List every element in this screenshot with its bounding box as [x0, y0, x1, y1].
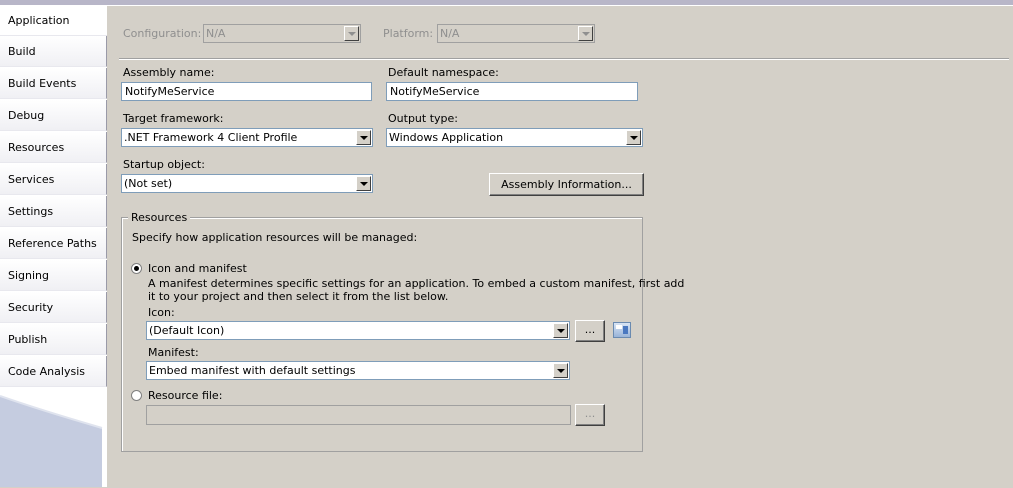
- chevron-down-icon: [553, 363, 568, 378]
- icon-manifest-radio[interactable]: [131, 263, 142, 274]
- output-type-value: Windows Application: [389, 131, 504, 144]
- icon-manifest-description-line1: A manifest determines specific settings …: [148, 277, 685, 290]
- tab-label: Settings: [8, 205, 54, 218]
- tab-label: Code Analysis: [8, 365, 85, 378]
- tab-label: Services: [8, 173, 55, 186]
- tab-application[interactable]: Application: [0, 5, 107, 36]
- resource-file-radio[interactable]: [131, 390, 142, 401]
- assembly-information-button[interactable]: Assembly Information...: [489, 173, 644, 196]
- tab-settings[interactable]: Settings: [0, 196, 107, 227]
- resource-file-browse-button[interactable]: ...: [575, 404, 605, 426]
- icon-label: Icon:: [148, 306, 175, 319]
- default-namespace-field[interactable]: NotifyMeService: [386, 82, 638, 101]
- resources-group-title: Resources: [128, 211, 191, 224]
- platform-label: Platform:: [383, 27, 434, 40]
- resource-file-label: Resource file:: [148, 389, 223, 402]
- separator: [119, 58, 1009, 60]
- resource-file-field[interactable]: [146, 405, 571, 425]
- tab-code-analysis[interactable]: Code Analysis: [0, 356, 107, 387]
- icon-value: (Default Icon): [149, 324, 225, 337]
- sidebar-decoration: [0, 388, 107, 487]
- assembly-name-field[interactable]: NotifyMeService: [121, 82, 372, 101]
- chevron-down-icon: [344, 26, 359, 41]
- chevron-down-icon: [553, 323, 568, 338]
- output-type-label: Output type:: [388, 112, 458, 125]
- output-type-select[interactable]: Windows Application: [386, 128, 643, 147]
- startup-object-value: (Not set): [124, 177, 173, 190]
- tab-label: Build Events: [8, 77, 77, 90]
- icon-browse-button[interactable]: ...: [575, 320, 605, 342]
- chevron-down-icon: [356, 176, 371, 191]
- configuration-label: Configuration:: [123, 27, 202, 40]
- platform-value: N/A: [440, 27, 460, 40]
- tab-label: Reference Paths: [8, 237, 97, 250]
- application-icon: [613, 322, 631, 338]
- tab-label: Publish: [8, 333, 48, 346]
- tab-signing[interactable]: Signing: [0, 260, 107, 291]
- tab-reference-paths[interactable]: Reference Paths: [0, 228, 107, 259]
- tab-label: Build: [8, 45, 36, 58]
- tab-build-events[interactable]: Build Events: [0, 68, 107, 99]
- target-framework-label: Target framework:: [123, 112, 224, 125]
- tab-resources[interactable]: Resources: [0, 132, 107, 163]
- tab-publish[interactable]: Publish: [0, 324, 107, 355]
- tab-label: Application: [8, 14, 70, 27]
- chevron-down-icon: [626, 130, 641, 145]
- target-framework-value: .NET Framework 4 Client Profile: [124, 131, 298, 144]
- default-namespace-label: Default namespace:: [388, 66, 499, 79]
- tab-build[interactable]: Build: [0, 36, 107, 67]
- assembly-name-label: Assembly name:: [123, 66, 215, 79]
- resources-description: Specify how application resources will b…: [132, 231, 418, 244]
- chevron-down-icon: [356, 130, 371, 145]
- icon-manifest-label: Icon and manifest: [148, 262, 247, 275]
- icon-select[interactable]: (Default Icon): [146, 321, 570, 340]
- tab-label: Signing: [8, 269, 50, 282]
- sidebar-nav: Application Build Build Events Debug Res…: [0, 5, 107, 487]
- startup-object-select[interactable]: (Not set): [121, 174, 373, 193]
- tab-services[interactable]: Services: [0, 164, 107, 195]
- icon-manifest-description-line2: it to your project and then select it fr…: [148, 290, 449, 303]
- tab-debug[interactable]: Debug: [0, 100, 107, 131]
- manifest-select[interactable]: Embed manifest with default settings: [146, 361, 570, 380]
- tab-security[interactable]: Security: [0, 292, 107, 323]
- tab-label: Debug: [8, 109, 45, 122]
- application-page: Configuration: N/A Platform: N/A Assembl…: [107, 5, 1013, 488]
- tab-label: Resources: [8, 141, 65, 154]
- platform-select[interactable]: N/A: [437, 24, 595, 43]
- manifest-value: Embed manifest with default settings: [149, 364, 356, 377]
- manifest-label: Manifest:: [148, 346, 199, 359]
- chevron-down-icon: [578, 26, 593, 41]
- configuration-select[interactable]: N/A: [203, 24, 361, 43]
- configuration-value: N/A: [206, 27, 226, 40]
- startup-object-label: Startup object:: [123, 158, 205, 171]
- tab-label: Security: [8, 301, 54, 314]
- target-framework-select[interactable]: .NET Framework 4 Client Profile: [121, 128, 373, 147]
